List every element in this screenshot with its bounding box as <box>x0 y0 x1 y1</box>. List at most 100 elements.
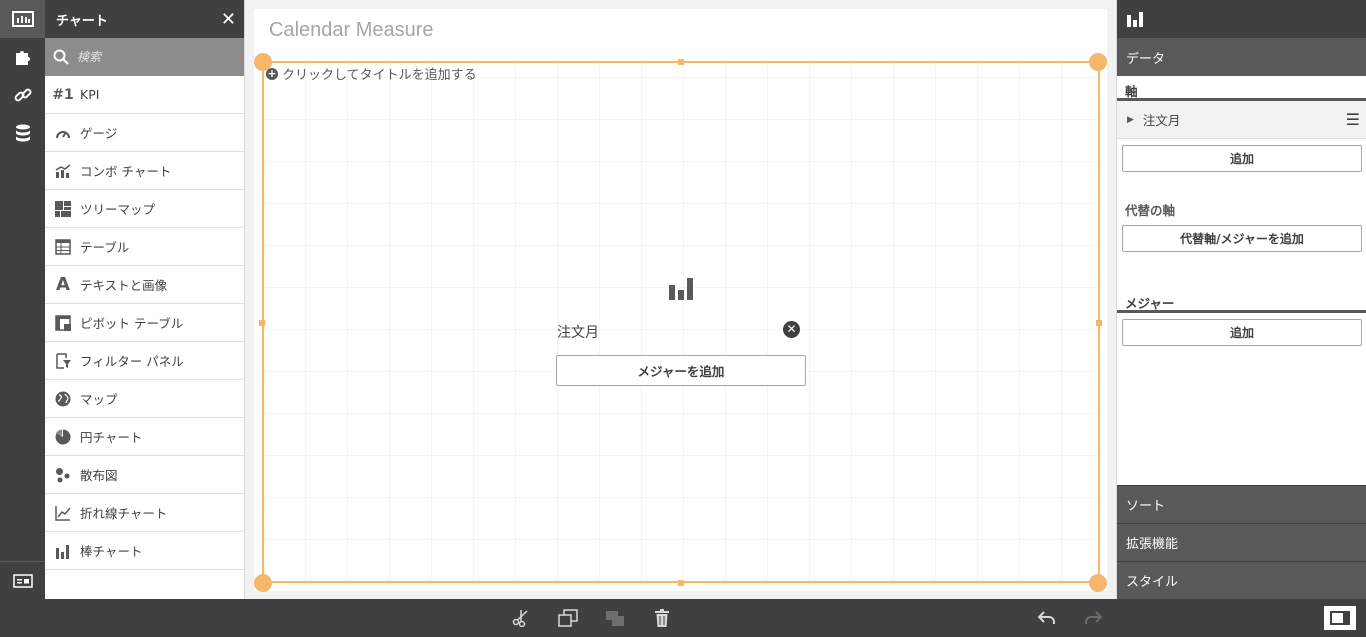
asset-item-label: テーブル <box>80 240 130 255</box>
treemap-icon <box>54 200 72 218</box>
asset-item-label: 棒チャート <box>80 544 143 559</box>
master-items-rail-button[interactable] <box>0 76 45 114</box>
resize-handle-left[interactable] <box>259 320 265 326</box>
asset-item-label: 折れ線チャート <box>80 506 168 521</box>
resize-handle-bottom[interactable] <box>678 580 684 586</box>
asset-item-label: コンボ チャート <box>80 164 172 179</box>
resize-handle-right[interactable] <box>1096 320 1102 326</box>
resize-handle-bottom-left[interactable] <box>254 574 272 592</box>
remove-dimension-icon[interactable]: ✕ <box>783 321 800 338</box>
dimension-item[interactable]: ▶ 注文月 ☰ <box>1117 101 1366 139</box>
undo-icon <box>1038 611 1055 624</box>
assets-header: チャート ✕ <box>45 0 244 38</box>
asset-item-label: ツリーマップ <box>80 202 156 217</box>
asset-item-combo-chart[interactable]: コンボ チャート <box>45 152 244 190</box>
assets-header-title: チャート <box>56 13 108 29</box>
database-icon <box>15 124 30 142</box>
dimensions-title: 軸 <box>1125 84 1138 99</box>
paste-button[interactable] <box>604 607 626 629</box>
asset-item-treemap[interactable]: ツリーマップ <box>45 190 244 228</box>
add-ons-section[interactable]: 拡張機能 <box>1117 523 1366 561</box>
asset-item-map[interactable]: マップ <box>45 380 244 418</box>
table-icon <box>54 238 72 256</box>
dimension-label: 注文月 <box>557 325 599 341</box>
asset-item-scatter[interactable]: 散布図 <box>45 456 244 494</box>
asset-item-label: マップ <box>80 392 118 407</box>
add-title-label: クリックしてタイトルを追加する <box>282 68 477 83</box>
data-section-tab[interactable]: データ <box>1117 38 1366 76</box>
paste-icon <box>606 611 624 626</box>
fields-rail-button[interactable] <box>0 114 45 152</box>
measures-title: メジャー <box>1125 296 1175 311</box>
bar-chart-icon <box>1127 12 1143 27</box>
asset-item-gauge[interactable]: ゲージ <box>45 114 244 152</box>
scatter-icon <box>54 466 72 484</box>
alternatives-title: 代替の軸 <box>1125 203 1176 218</box>
asset-item-label: 円チャート <box>80 430 143 445</box>
line-chart-icon <box>54 504 72 522</box>
asset-item-pie-chart[interactable]: 円チャート <box>45 418 244 456</box>
assets-list: #1 KPI ゲージ コンボ チャート ツリーマップ テーブル A テキストと画… <box>45 76 244 570</box>
selected-chart-object[interactable] <box>262 61 1100 583</box>
asset-item-label: KPI <box>80 87 100 102</box>
cut-button[interactable] <box>510 607 532 629</box>
toggle-properties-button[interactable] <box>1324 606 1356 630</box>
asset-item-text-image[interactable]: A テキストと画像 <box>45 266 244 304</box>
expand-triangle-icon[interactable]: ▶ <box>1127 115 1134 125</box>
drag-handle-icon[interactable]: ☰ <box>1346 110 1360 129</box>
gauge-icon <box>54 124 72 142</box>
resize-handle-top-right[interactable] <box>1089 53 1107 71</box>
asset-item-filter-pane[interactable]: フィルター パネル <box>45 342 244 380</box>
copy-icon <box>558 609 578 627</box>
appearance-section[interactable]: スタイル <box>1117 561 1366 599</box>
assets-panel: チャート ✕ #1 KPI ゲージ コンボ チャート ツリーマップ テーブル A… <box>45 0 245 599</box>
combo-chart-icon <box>54 162 72 180</box>
asset-item-pivot-table[interactable]: ピボット テーブル <box>45 304 244 342</box>
bar-chart-placeholder-icon <box>668 276 694 304</box>
add-title-link[interactable]: + クリックしてタイトルを追加する <box>266 64 477 83</box>
duplicate-button[interactable] <box>557 607 579 629</box>
sheet-info-icon <box>12 573 33 588</box>
resize-handle-bottom-right[interactable] <box>1089 574 1107 592</box>
sheet-title[interactable]: Calendar Measure <box>269 19 434 42</box>
charts-rail-button[interactable] <box>0 0 45 38</box>
assets-search-bar <box>45 38 244 76</box>
dimension-item-label: 注文月 <box>1142 113 1181 128</box>
add-dimension-button[interactable]: 追加 <box>1122 145 1362 172</box>
add-measure-property-button[interactable]: 追加 <box>1122 319 1362 346</box>
properties-panel: データ 軸 ▶ 注文月 ☰ 追加 代替の軸 代替軸/メジャーを追加 メジャー 追… <box>1116 0 1366 599</box>
redo-button[interactable] <box>1082 607 1104 629</box>
bottom-toolbar <box>0 599 1366 637</box>
properties-header <box>1117 0 1366 38</box>
asset-item-label: フィルター パネル <box>80 354 184 369</box>
trash-icon <box>655 609 669 627</box>
asset-item-kpi[interactable]: #1 KPI <box>45 76 244 114</box>
scissors-icon <box>512 610 528 627</box>
close-icon[interactable]: ✕ <box>221 9 236 30</box>
map-icon <box>54 390 72 408</box>
kpi-icon: #1 <box>52 86 74 103</box>
search-input[interactable] <box>77 50 227 64</box>
asset-item-bar-chart[interactable]: 棒チャート <box>45 532 244 570</box>
filter-pane-icon <box>54 352 72 370</box>
asset-item-label: ゲージ <box>80 126 118 141</box>
undo-button[interactable] <box>1036 607 1058 629</box>
link-icon <box>14 88 31 102</box>
bar-chart-icon <box>54 542 72 560</box>
asset-item-label: テキストと画像 <box>80 278 168 293</box>
asset-item-line-chart[interactable]: 折れ線チャート <box>45 494 244 532</box>
delete-button[interactable] <box>651 607 673 629</box>
custom-objects-rail-button[interactable] <box>0 38 45 76</box>
resize-handle-top[interactable] <box>678 59 684 65</box>
asset-item-label: ピボット テーブル <box>80 316 184 331</box>
sheet-info-button[interactable] <box>0 561 45 599</box>
redo-icon <box>1085 611 1102 624</box>
sorting-section[interactable]: ソート <box>1117 485 1366 523</box>
charts-icon <box>11 11 34 27</box>
add-icon: + <box>266 66 278 80</box>
pivot-table-icon <box>54 314 72 332</box>
asset-item-table[interactable]: テーブル <box>45 228 244 266</box>
add-alternative-button[interactable]: 代替軸/メジャーを追加 <box>1122 225 1362 252</box>
asset-item-label: 散布図 <box>80 468 118 483</box>
add-measure-button[interactable]: メジャーを追加 <box>556 355 806 386</box>
